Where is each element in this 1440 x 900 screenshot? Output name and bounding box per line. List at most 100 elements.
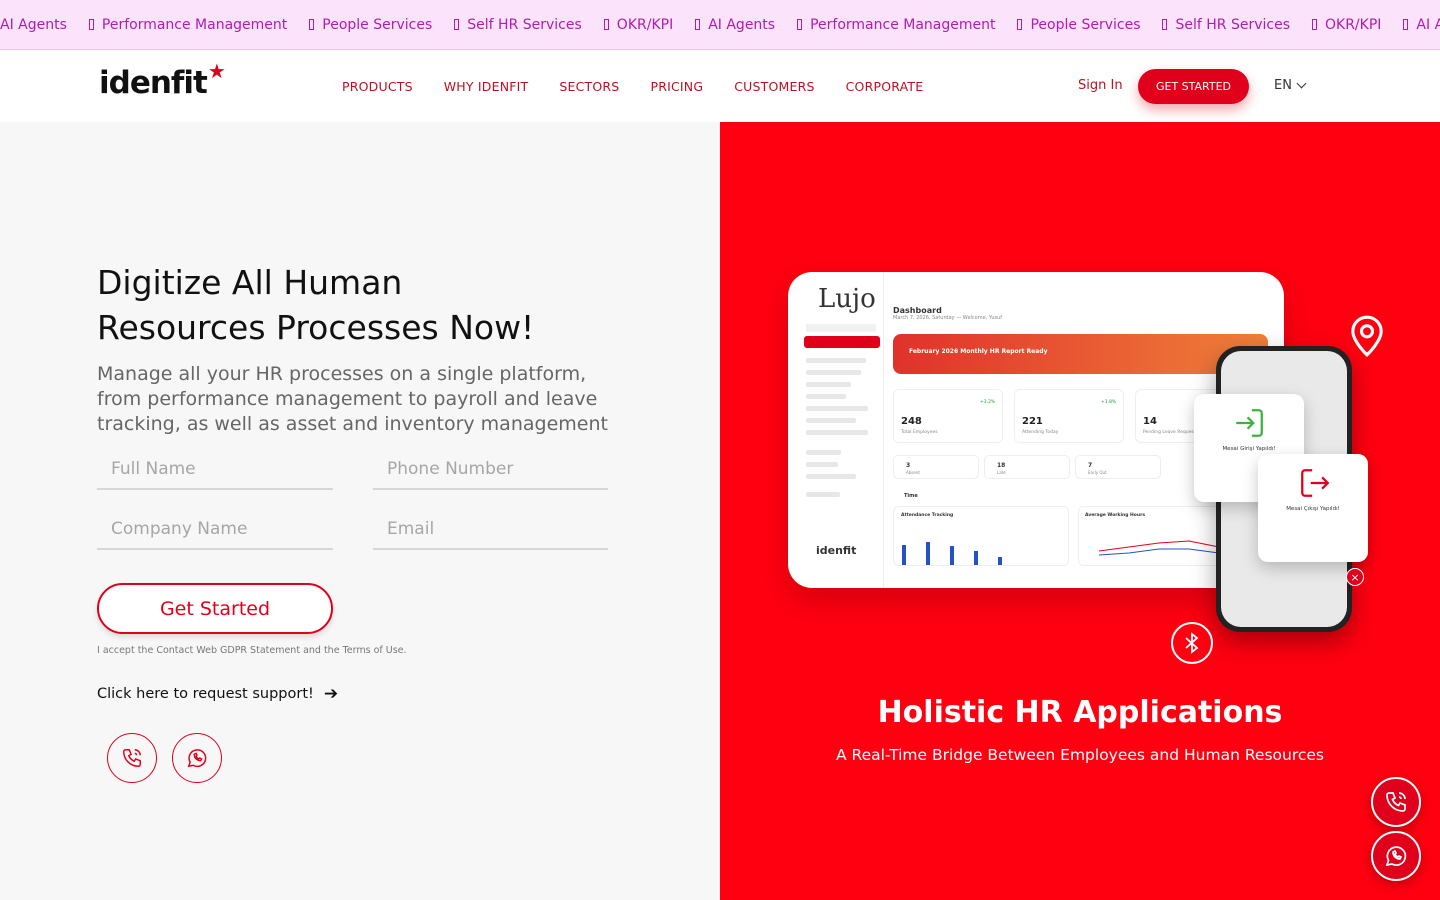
phone-field[interactable] xyxy=(373,450,608,490)
checkout-notification: Mesai Çıkışı Yapıldı! xyxy=(1258,454,1368,562)
stat-badge: +1.8% xyxy=(1101,400,1117,405)
idenfit-small-logo: idenfit xyxy=(816,544,857,557)
stat-card: 221 Attending Today +1.8% xyxy=(1014,389,1124,443)
sidebar-search xyxy=(806,324,876,332)
sidebar-item xyxy=(806,358,866,363)
sidebar-item xyxy=(806,430,868,435)
sidebar-item xyxy=(806,462,838,467)
phone-icon xyxy=(1386,792,1406,812)
sidebar-item xyxy=(806,406,868,411)
nav-item-products[interactable]: PRODUCTS xyxy=(342,79,413,94)
nav-item-customers[interactable]: CUSTOMERS xyxy=(734,79,814,94)
square-icon xyxy=(1312,19,1317,30)
full-name-field[interactable] xyxy=(97,450,333,490)
announcement-ticker: AI Agents Performance Management People Se… xyxy=(0,0,1440,50)
ticker-item[interactable]: Self HR Services xyxy=(1162,17,1290,33)
promo-panel: Lujo idenfit Dashboard March 7, 2026, Sa… xyxy=(720,122,1440,900)
ticker-item[interactable]: OKR/KPI xyxy=(603,17,673,33)
sidebar-item xyxy=(806,450,841,455)
dashboard-title: Dashboard xyxy=(893,306,942,315)
stat-label: Attending Today xyxy=(1022,430,1059,435)
mini-stat: 7 Early Out xyxy=(1075,455,1161,479)
dashboard-date: March 7, 2026, Saturday — Welcome, Yusuf xyxy=(893,315,1003,321)
sidebar-item-home xyxy=(804,336,880,348)
square-icon xyxy=(695,19,701,30)
square-icon xyxy=(454,19,460,30)
square-icon xyxy=(88,19,94,30)
full-name-input[interactable] xyxy=(97,450,333,488)
request-support-link[interactable]: Click here to request support! ➔ xyxy=(97,684,338,704)
star-icon: ★ xyxy=(207,59,226,83)
location-pin-icon xyxy=(1351,315,1383,358)
stat-value: 221 xyxy=(1022,416,1043,427)
ticker-item[interactable]: Self HR Services xyxy=(454,17,582,33)
attendance-bars xyxy=(902,542,1002,565)
square-icon xyxy=(603,19,609,30)
ticker-item[interactable]: Performance Management xyxy=(88,17,287,33)
chevron-down-icon xyxy=(1296,78,1307,89)
main-nav: PRODUCTS WHY IDENFIT SECTORS PRICING CUSTOME… xyxy=(342,51,923,122)
whatsapp-button[interactable] xyxy=(172,733,222,783)
ticker-item[interactable]: Performance Management xyxy=(797,17,995,33)
language-selector[interactable]: EN xyxy=(1274,78,1307,93)
email-input[interactable] xyxy=(373,510,608,548)
ticker-item[interactable]: AI Agents xyxy=(0,17,67,33)
mini-stat: 18 Late xyxy=(984,455,1070,479)
stat-card: 248 Total Employees +3.2% xyxy=(893,389,1003,443)
whatsapp-icon xyxy=(187,749,207,768)
report-banner: February 2026 Monthly HR Report Ready xyxy=(893,334,1268,374)
arrow-right-icon: ➔ xyxy=(323,684,339,704)
banner-text: February 2026 Monthly HR Report Ready xyxy=(909,348,1048,355)
square-icon xyxy=(1162,19,1168,30)
sidebar-item xyxy=(806,418,856,423)
company-input[interactable] xyxy=(97,510,333,548)
floating-whatsapp-button[interactable] xyxy=(1371,831,1421,881)
close-icon: × xyxy=(1346,568,1364,586)
nav-item-why-idenfit[interactable]: WHY IDENFIT xyxy=(444,79,529,94)
ticker-item[interactable]: People Services xyxy=(1017,17,1140,33)
dashboard-sidebar: Lujo idenfit xyxy=(788,272,884,588)
site-header: idenfit ★ PRODUCTS WHY IDENFIT SECTORS PRIC… xyxy=(0,51,1440,122)
sidebar-item xyxy=(806,370,861,375)
sign-in-link[interactable]: Sign In xyxy=(1078,78,1123,93)
phone-call-button[interactable] xyxy=(107,733,157,783)
sidebar-item xyxy=(806,492,840,497)
hero-title: Digitize All Human Resources Processes N… xyxy=(97,263,535,347)
floating-call-button[interactable] xyxy=(1371,777,1421,827)
stat-badge: +3.2% xyxy=(980,400,996,405)
company-field[interactable] xyxy=(97,510,333,550)
gdpr-consent-text[interactable]: I accept the Contact Web GDPR Statement … xyxy=(97,645,407,656)
promo-subtitle: A Real-Time Bridge Between Employees and… xyxy=(835,746,1324,764)
promo-title: Holistic HR Applications xyxy=(877,695,1283,730)
hero-subtitle: Manage all your HR processes on a single… xyxy=(97,363,608,435)
square-icon xyxy=(1403,19,1409,30)
phone-icon xyxy=(123,749,141,767)
signup-panel: Digitize All Human Resources Processes N… xyxy=(0,122,720,900)
stat-value: 14 xyxy=(1143,416,1157,427)
phone-input[interactable] xyxy=(373,450,608,488)
square-icon xyxy=(309,19,315,30)
ticker-item[interactable]: People Services xyxy=(309,17,432,33)
ticker-item[interactable]: OKR/KPI xyxy=(1312,17,1381,33)
lujo-logo: Lujo xyxy=(818,284,876,314)
square-icon xyxy=(797,19,803,30)
stat-label: Pending Leave Requests xyxy=(1143,430,1198,435)
square-icon xyxy=(1017,19,1023,30)
bluetooth-icon xyxy=(1171,622,1213,664)
nav-item-corporate[interactable]: CORPORATE xyxy=(846,79,924,94)
get-started-button[interactable]: Get Started xyxy=(97,583,333,634)
nav-item-pricing[interactable]: PRICING xyxy=(650,79,703,94)
sidebar-item xyxy=(806,394,846,399)
idenfit-logo[interactable]: idenfit ★ xyxy=(99,59,226,101)
nav-item-sectors[interactable]: SECTORS xyxy=(559,79,619,94)
stat-label: Total Employees xyxy=(901,430,938,435)
ticker-item[interactable]: AI Agents xyxy=(1403,17,1440,33)
sidebar-item xyxy=(806,474,856,479)
sidebar-item xyxy=(806,382,851,387)
ticker-item[interactable]: AI Agents xyxy=(695,17,775,33)
login-icon xyxy=(1236,409,1263,437)
mini-stat: 3 Absent xyxy=(893,455,979,479)
email-field[interactable] xyxy=(373,510,608,550)
stat-value: 248 xyxy=(901,416,922,427)
get-started-header-button[interactable]: GET STARTED xyxy=(1138,69,1249,104)
